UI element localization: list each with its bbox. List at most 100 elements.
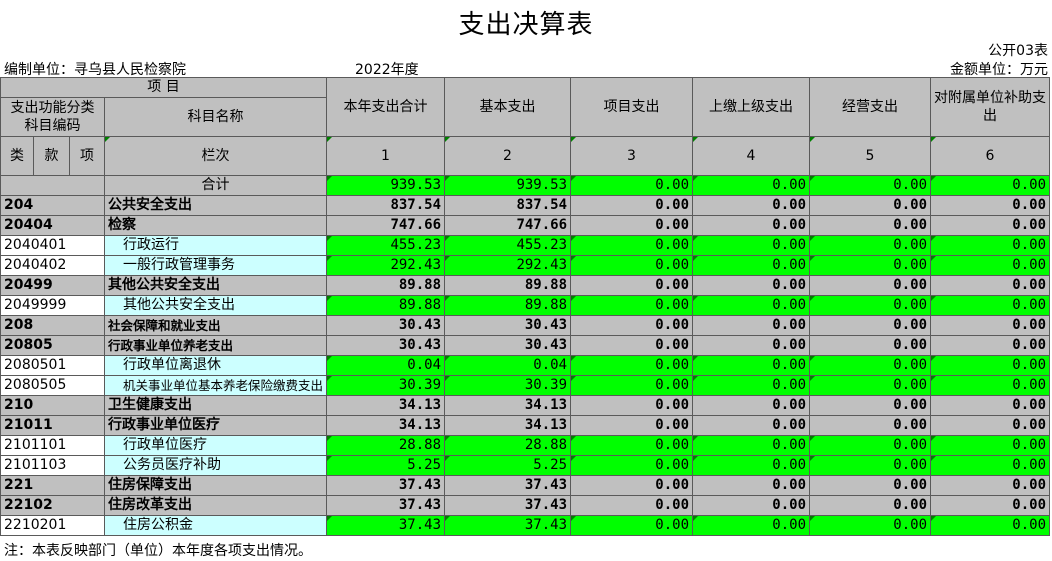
row-code: 2040402 (0, 255, 105, 276)
row-code: 210 (0, 395, 105, 416)
expenditure-table: 项 目 本年支出合计 基本支出 项目支出 上缴上级支出 经营支出 对附属单位补助… (0, 77, 1051, 536)
col-number: 5 (809, 136, 932, 176)
money-unit-label: 金额单位：万元 (950, 62, 1048, 78)
row-value: 0.00 (809, 395, 932, 416)
row-name: 社会保障和就业支出 (103, 315, 328, 336)
row-value: 0.00 (809, 195, 932, 216)
row-value: 0.00 (570, 335, 694, 356)
row-code: 20499 (0, 275, 105, 296)
table-row: 210 卫生健康支出 34.13 34.13 0.00 0.00 0.00 0.00 (0, 395, 1051, 416)
row-name: 住房公积金 (103, 515, 328, 536)
row-value: 30.39 (444, 375, 572, 396)
row-value: 0.00 (692, 355, 811, 376)
row-value: 89.88 (444, 275, 572, 296)
row-value: 0.00 (809, 495, 932, 516)
row-value: 0.00 (809, 515, 932, 536)
row-name: 一般行政管理事务 (103, 255, 328, 276)
row-value: 37.43 (444, 515, 572, 536)
row-value: 0.00 (570, 295, 694, 316)
row-value: 0.00 (570, 415, 694, 436)
total-row: 合计 939.53 939.53 0.00 0.00 0.00 0.00 (0, 175, 1051, 196)
row-name: 行政事业单位医疗 (103, 415, 328, 436)
row-value: 0.00 (692, 475, 811, 496)
row-value: 37.43 (444, 475, 572, 496)
row-value: 5.25 (326, 455, 446, 476)
row-value: 30.43 (326, 315, 446, 336)
header-item: 项 目 (0, 77, 328, 98)
row-value: 0.00 (570, 315, 694, 336)
row-value: 89.88 (326, 295, 446, 316)
row-value: 0.00 (570, 435, 694, 456)
header-col-upper: 上缴上级支出 (692, 77, 811, 137)
row-value: 0.00 (930, 195, 1051, 216)
table-row: 2040401 行政运行 455.23 455.23 0.00 0.00 0.00 0.00 (0, 235, 1051, 256)
table-row: 204 公共安全支出 837.54 837.54 0.00 0.00 0.00 0.00 (0, 195, 1051, 216)
col-number: 6 (930, 136, 1051, 176)
row-name: 机关事业单位基本养老保险缴费支出 (103, 375, 328, 396)
row-value: 0.00 (930, 455, 1051, 476)
row-value: 0.00 (570, 395, 694, 416)
header-col-total: 本年支出合计 (326, 77, 446, 137)
row-value: 0.00 (809, 415, 932, 436)
row-value: 0.00 (930, 215, 1051, 236)
row-value: 30.43 (444, 335, 572, 356)
table-row: 20499 其他公共安全支出 89.88 89.88 0.00 0.00 0.00 0.00 (0, 275, 1051, 296)
row-value: 0.00 (809, 375, 932, 396)
row-value: 292.43 (444, 255, 572, 276)
row-value: 0.00 (570, 515, 694, 536)
total-value: 939.53 (444, 175, 572, 196)
row-code: 2210201 (0, 515, 105, 536)
table-row: 221 住房保障支出 37.43 37.43 0.00 0.00 0.00 0.00 (0, 475, 1051, 496)
row-value: 0.00 (930, 375, 1051, 396)
row-code: 2101101 (0, 435, 105, 456)
row-value: 0.00 (809, 275, 932, 296)
row-code: 21011 (0, 415, 105, 436)
row-value: 0.00 (692, 335, 811, 356)
year-label: 2022年度 (355, 62, 419, 78)
header-xiang: 项 (69, 136, 105, 176)
row-value: 0.00 (930, 495, 1051, 516)
header-kuan: 款 (33, 136, 70, 176)
row-value: 0.00 (570, 475, 694, 496)
col-number: 4 (692, 136, 811, 176)
row-code: 2040401 (0, 235, 105, 256)
row-value: 0.00 (809, 355, 932, 376)
row-name: 检察 (103, 215, 328, 236)
table-row: 20805 行政事业单位养老支出 30.43 30.43 0.00 0.00 0.00 0.0… (0, 335, 1051, 356)
col-number: 1 (326, 136, 446, 176)
row-code: 208 (0, 315, 105, 336)
row-value: 455.23 (444, 235, 572, 256)
row-name: 其他公共安全支出 (103, 295, 328, 316)
header-lanci: 栏次 (103, 136, 328, 176)
row-value: 0.04 (326, 355, 446, 376)
row-value: 0.00 (930, 295, 1051, 316)
row-code: 2101103 (0, 455, 105, 476)
row-value: 0.00 (930, 475, 1051, 496)
row-code: 221 (0, 475, 105, 496)
row-value: 0.00 (692, 275, 811, 296)
row-value: 34.13 (444, 395, 572, 416)
row-value: 89.88 (326, 275, 446, 296)
table-row: 21011 行政事业单位医疗 34.13 34.13 0.00 0.00 0.00 0.00 (0, 415, 1051, 436)
row-value: 0.00 (692, 235, 811, 256)
table-row: 2049999 其他公共安全支出 89.88 89.88 0.00 0.00 0.00 0.0… (0, 295, 1051, 316)
row-value: 0.00 (570, 355, 694, 376)
row-value: 34.13 (326, 395, 446, 416)
table-row: 20404 检察 747.66 747.66 0.00 0.00 0.00 0.00 (0, 215, 1051, 236)
row-value: 89.88 (444, 295, 572, 316)
row-code: 2049999 (0, 295, 105, 316)
row-value: 0.00 (930, 435, 1051, 456)
row-name: 住房改革支出 (103, 495, 328, 516)
form-number: 公开03表 (988, 43, 1048, 59)
row-value: 0.00 (692, 415, 811, 436)
row-value: 0.00 (692, 515, 811, 536)
col-number: 3 (570, 136, 694, 176)
row-value: 0.00 (692, 195, 811, 216)
row-value: 0.00 (930, 235, 1051, 256)
row-value: 30.39 (326, 375, 446, 396)
row-value: 0.00 (930, 275, 1051, 296)
row-value: 0.00 (930, 415, 1051, 436)
col-number: 2 (444, 136, 572, 176)
row-value: 37.43 (326, 475, 446, 496)
row-value: 30.43 (326, 335, 446, 356)
